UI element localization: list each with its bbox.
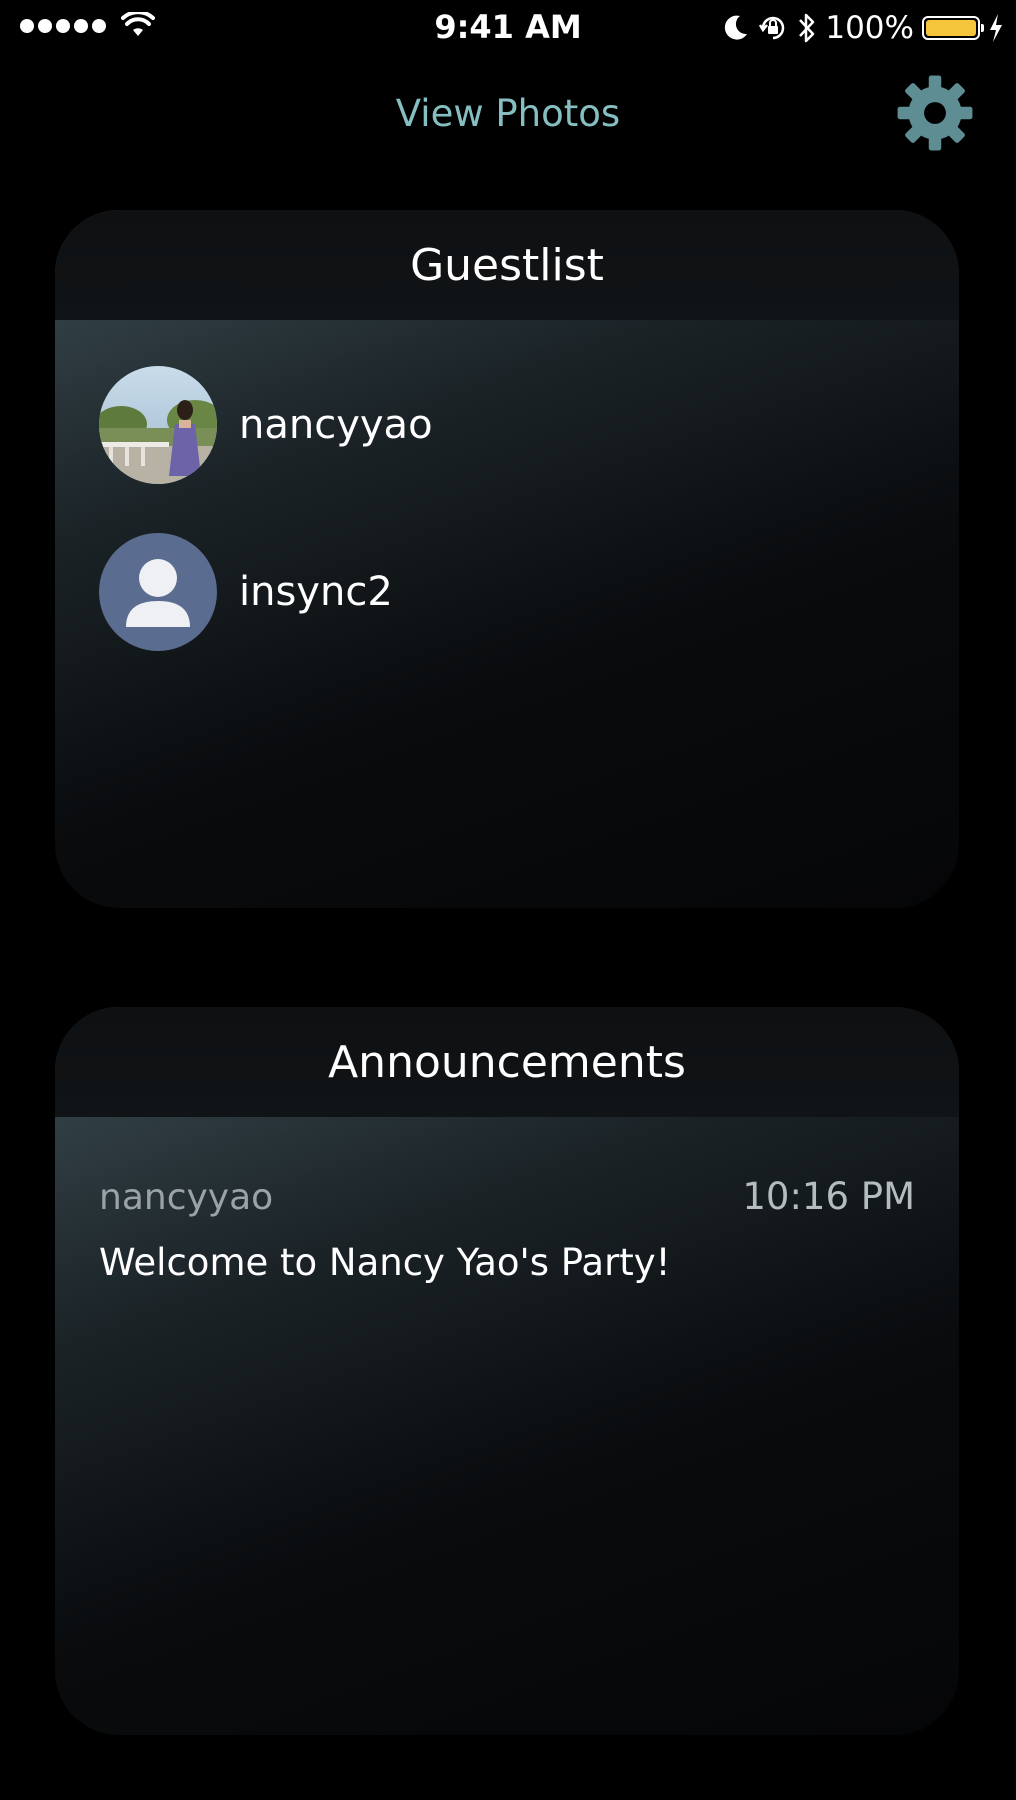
default-person-icon[interactable]: [99, 533, 217, 651]
guestlist-card: Guestlist nancyyao insync2: [55, 210, 959, 908]
charging-bolt-icon: [990, 14, 1002, 42]
orientation-lock-icon: [759, 16, 785, 40]
guest-row-insync2[interactable]: insync2: [99, 533, 393, 651]
guest-name: nancyyao: [239, 402, 433, 448]
announcement-author: nancyyao: [99, 1177, 274, 1218]
photo-avatar[interactable]: [99, 366, 217, 484]
bluetooth-icon: [799, 13, 815, 43]
battery-icon: [922, 16, 984, 40]
guest-row-nancyyao[interactable]: nancyyao: [99, 366, 433, 484]
gear-icon[interactable]: [896, 74, 974, 152]
announcements-card: Announcements nancyyao 10:16 PM Welcome …: [55, 1007, 959, 1735]
moon-icon: [725, 15, 748, 40]
guestlist-title: Guestlist: [55, 210, 959, 320]
announcement-message: Welcome to Nancy Yao's Party!: [99, 1241, 671, 1284]
guest-name: insync2: [239, 569, 393, 615]
view-photos-button[interactable]: View Photos: [0, 92, 1016, 135]
announcement-time: 10:16 PM: [742, 1175, 915, 1218]
battery-percent: 100%: [825, 10, 914, 46]
announcements-title: Announcements: [55, 1007, 959, 1117]
status-right-group: 100%: [723, 8, 1004, 48]
status-bar: 9:41 AM 100%: [0, 0, 1016, 56]
battery-level-fill: [926, 20, 976, 36]
